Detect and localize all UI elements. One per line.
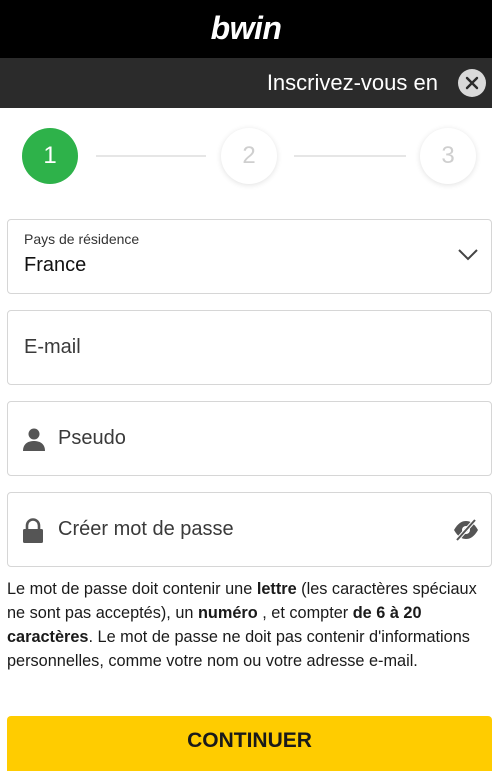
page-title: Inscrivez-vous en xyxy=(266,70,438,95)
continue-button[interactable]: CONTINUER xyxy=(7,716,492,771)
eye-off-icon[interactable] xyxy=(453,519,479,541)
pseudo-field[interactable] xyxy=(58,402,478,475)
bwin-logo: bwin xyxy=(210,9,282,46)
close-icon xyxy=(465,76,479,90)
email-field[interactable] xyxy=(24,311,474,384)
country-select[interactable]: Pays de résidence France xyxy=(7,219,492,294)
title-bar: Inscrivez-vous en xyxy=(0,58,492,108)
progress-stepper: 1 2 3 xyxy=(0,128,492,188)
country-value: France xyxy=(24,254,87,276)
step-3-indicator: 3 xyxy=(420,128,476,184)
country-label: Pays de résidence xyxy=(24,231,140,247)
top-header: bwin xyxy=(0,0,492,58)
password-help-text: Le mot de passe doit contenir une lettre… xyxy=(7,580,477,670)
email-field-container xyxy=(7,310,492,385)
step-2-indicator: 2 xyxy=(221,128,277,184)
step-connector xyxy=(294,155,406,157)
pseudo-field-container xyxy=(7,401,492,476)
step-1-indicator: 1 xyxy=(22,128,78,184)
lock-icon xyxy=(23,518,43,543)
step-connector xyxy=(96,155,206,157)
close-button[interactable] xyxy=(458,69,486,97)
user-icon xyxy=(23,428,45,451)
password-field-container xyxy=(7,492,492,567)
chevron-down-icon xyxy=(458,249,478,261)
password-field[interactable] xyxy=(58,493,438,566)
